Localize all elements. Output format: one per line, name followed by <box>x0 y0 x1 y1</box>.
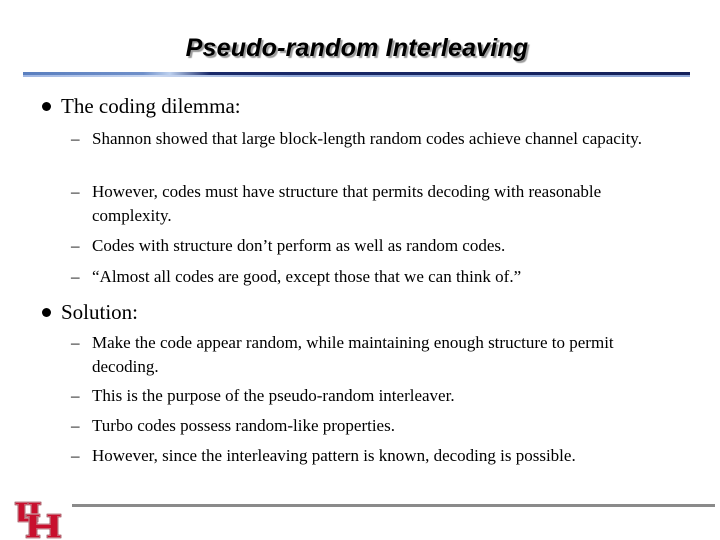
slide-title: Pseudo-random Interleaving <box>185 34 529 62</box>
title-underline <box>23 72 690 78</box>
bullet-text: Solution: <box>61 300 139 324</box>
sub-item-text: Shannon showed that large block-length r… <box>92 129 642 148</box>
footer-divider <box>72 504 715 507</box>
sub-item-text: Turbo codes possess random-like properti… <box>92 416 395 435</box>
dash-icon: – <box>71 267 80 286</box>
dash-icon: – <box>71 182 80 201</box>
sub-item-text: This is the purpose of the pseudo-random… <box>92 386 455 405</box>
dash-icon: – <box>71 416 80 435</box>
dash-icon: – <box>71 236 80 255</box>
bullet-text: The coding dilemma: <box>61 94 241 118</box>
sub-item-text: Make the code appear random, while maint… <box>92 333 614 376</box>
uh-logo-icon <box>14 501 62 539</box>
title-underline-light <box>23 75 690 77</box>
dash-icon: – <box>71 386 80 405</box>
sub-item-text: “Almost all codes are good, except those… <box>92 267 522 286</box>
sub-item-text: However, since the interleaving pattern … <box>92 446 576 465</box>
bullet-dot-icon <box>42 102 51 111</box>
bullet-dot-icon <box>42 308 51 317</box>
dash-icon: – <box>71 333 80 352</box>
sub-item-text: Codes with structure don’t perform as we… <box>92 236 506 255</box>
sub-item-text: However, codes must have structure that … <box>92 182 602 225</box>
dash-icon: – <box>71 446 80 465</box>
dash-icon: – <box>71 129 80 148</box>
